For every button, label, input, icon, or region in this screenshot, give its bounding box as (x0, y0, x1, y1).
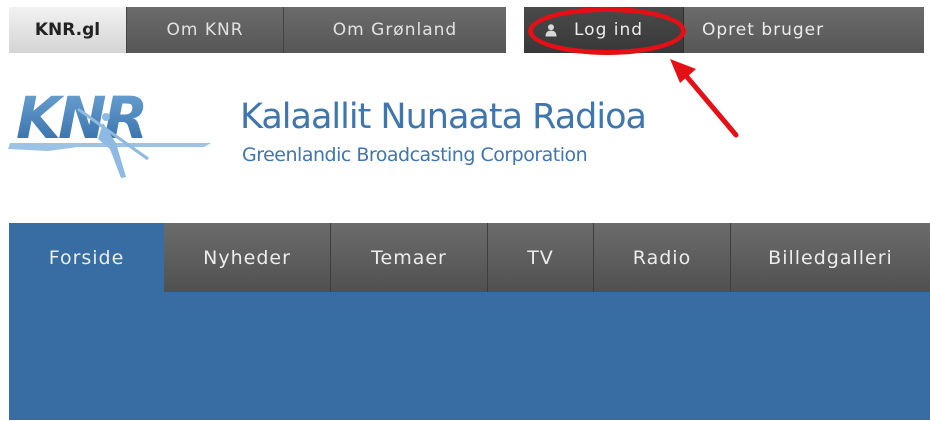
register-button[interactable]: Opret bruger (684, 7, 824, 53)
person-icon (545, 24, 557, 37)
topbar-item-knr-gl[interactable]: KNR.gl (9, 7, 127, 53)
nav-tab-radio[interactable]: Radio (594, 223, 731, 292)
login-button[interactable]: Log ind (524, 7, 684, 53)
top-utility-nav: KNR.gl Om KNR Om Grønland (9, 7, 506, 53)
organization-name: Kalaallit Nunaata Radioa (240, 97, 647, 137)
nav-tab-nyheder[interactable]: Nyheder (164, 223, 331, 292)
topbar-item-om-knr[interactable]: Om KNR (127, 7, 284, 53)
content-banner-area (9, 292, 930, 420)
nav-tab-billedgalleri[interactable]: Billedgalleri (731, 223, 930, 292)
organization-subtitle: Greenlandic Broadcasting Corporation (242, 144, 588, 166)
nav-tab-tv[interactable]: TV (488, 223, 594, 292)
topbar-item-om-gronland[interactable]: Om Grønland (284, 7, 506, 53)
knr-logo[interactable]: KNR (8, 85, 213, 185)
nav-tab-temaer[interactable]: Temaer (331, 223, 488, 292)
account-nav: Log ind Opret bruger (524, 7, 924, 53)
login-label: Log ind (574, 20, 644, 40)
main-navigation: Forside Nyheder Temaer TV Radio Billedga… (9, 223, 930, 292)
nav-tab-forside[interactable]: Forside (9, 223, 164, 292)
arrow-annotation (670, 59, 739, 138)
